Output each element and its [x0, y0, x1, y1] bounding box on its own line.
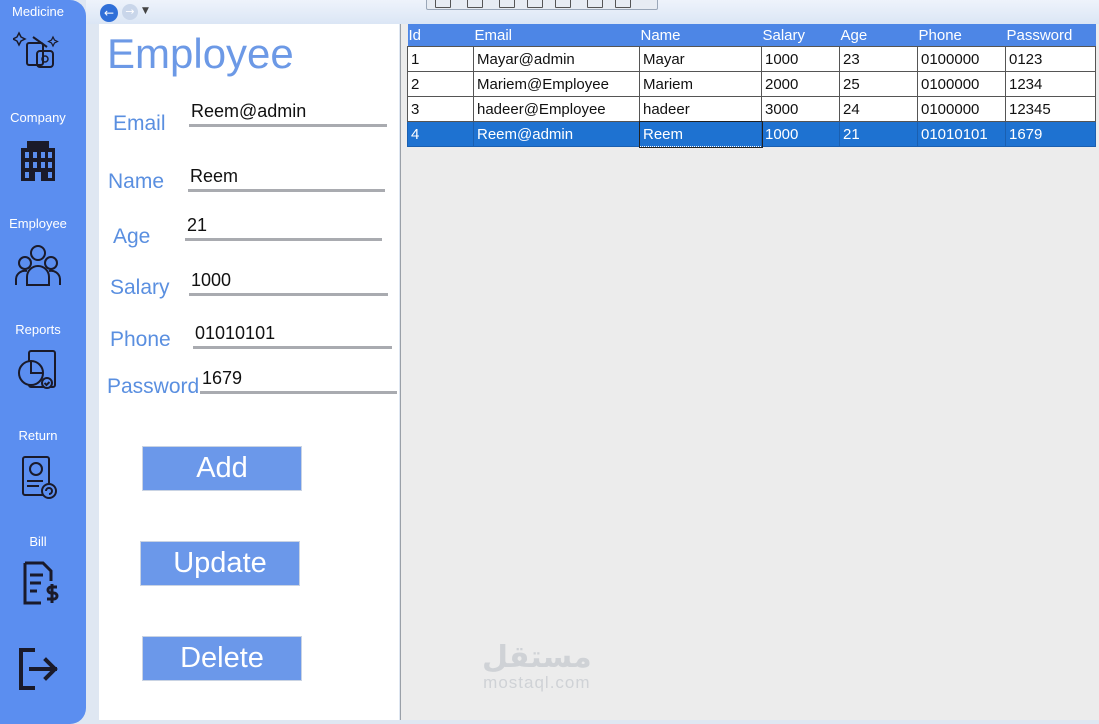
column-header-phone[interactable]: Phone	[917, 24, 1006, 47]
back-arrow-icon[interactable]: ←	[100, 4, 118, 22]
age-field[interactable]	[185, 212, 382, 241]
email-field[interactable]	[189, 98, 387, 127]
table-cell[interactable]: 1	[407, 46, 474, 72]
forward-arrow-icon[interactable]: →	[122, 4, 138, 20]
table-cell[interactable]: 25	[839, 71, 918, 97]
sidebar-item-employee[interactable]: Employee	[0, 216, 76, 291]
table-cell[interactable]: 12345	[1005, 96, 1096, 122]
age-label: Age	[113, 225, 151, 248]
settings-tool-icon[interactable]	[615, 0, 631, 8]
column-header-id[interactable]: Id	[407, 24, 474, 47]
table-cell[interactable]: 4	[407, 121, 474, 147]
watermark-arabic-text: مستقل	[482, 640, 592, 675]
table-row-selected[interactable]: 4 Reem@admin Reem 1000 21 01010101 1679	[407, 120, 1096, 148]
table-header-row: Id Email Name Salary Age Phone Password	[407, 24, 1096, 47]
chevron-down-icon[interactable]: ▼	[142, 6, 149, 16]
sidebar-item-company[interactable]: Company	[0, 110, 76, 185]
table-cell[interactable]: Mariem@Employee	[473, 71, 640, 97]
name-label: Name	[108, 170, 165, 193]
sidebar-item-medicine[interactable]: Medicine	[0, 4, 76, 77]
office-building-icon	[21, 141, 55, 181]
sidebar-item-bill[interactable]: Bill	[0, 534, 76, 609]
floating-toolbar	[426, 0, 658, 10]
table-cell[interactable]: 1000	[761, 46, 840, 72]
table-cell[interactable]: 1679	[1005, 121, 1096, 147]
table-cell[interactable]: 0100000	[917, 71, 1006, 97]
people-group-icon	[15, 245, 61, 286]
employee-grid-panel: Id Email Name Salary Age Phone Password …	[400, 24, 1099, 720]
table-cell[interactable]: Mayar@admin	[473, 46, 640, 72]
add-button[interactable]: Add	[142, 446, 302, 491]
cursor-tool-icon[interactable]	[499, 0, 515, 8]
table-cell-focused[interactable]: Reem	[638, 120, 763, 148]
name-field[interactable]	[188, 163, 385, 192]
table-cell[interactable]: 01010101	[917, 121, 1006, 147]
delete-button[interactable]: Delete	[142, 636, 302, 681]
sidebar-item-label: Bill	[29, 534, 47, 549]
salary-label: Salary	[110, 276, 170, 299]
table-row[interactable]: 1 Mayar@admin Mayar 1000 23 0100000 0123	[407, 46, 1096, 72]
column-header-salary[interactable]: Salary	[761, 24, 840, 47]
column-header-password[interactable]: Password	[1005, 24, 1096, 47]
password-label: Password	[107, 375, 200, 398]
table-cell[interactable]: Mariem	[639, 71, 762, 97]
phone-label: Phone	[110, 328, 171, 351]
table-cell[interactable]: 0100000	[917, 96, 1006, 122]
email-label: Email	[113, 112, 166, 135]
logout-button[interactable]	[0, 644, 76, 694]
employee-table: Id Email Name Salary Age Phone Password …	[407, 24, 1096, 148]
table-cell[interactable]: 23	[839, 46, 918, 72]
table-cell[interactable]: 2	[407, 71, 474, 97]
table-row[interactable]: 2 Mariem@Employee Mariem 2000 25 0100000…	[407, 71, 1096, 97]
salary-field[interactable]	[189, 267, 388, 296]
column-header-name[interactable]: Name	[639, 24, 762, 47]
sidebar-item-label: Return	[18, 428, 58, 443]
table-cell[interactable]: 3	[407, 96, 474, 122]
phone-field[interactable]	[193, 320, 392, 349]
table-row[interactable]: 3 hadeer@Employee hadeer 3000 24 0100000…	[407, 96, 1096, 122]
password-field[interactable]	[200, 365, 397, 394]
update-button[interactable]: Update	[140, 541, 300, 586]
table-cell[interactable]: hadeer	[639, 96, 762, 122]
frame-tool-icon[interactable]	[527, 0, 543, 8]
display-tool-icon[interactable]	[467, 0, 483, 8]
window-titlebar: ← → ▼	[86, 0, 1099, 24]
table-cell[interactable]: hadeer@Employee	[473, 96, 640, 122]
table-cell[interactable]: 2000	[761, 71, 840, 97]
select-tool-icon[interactable]	[435, 0, 451, 8]
sidebar-item-label: Employee	[9, 216, 67, 231]
table-cell[interactable]: 0100000	[917, 46, 1006, 72]
watermark: مستقل mostaql.com	[482, 640, 592, 693]
pointer-tool-icon[interactable]	[555, 0, 571, 8]
refresh-tool-icon[interactable]	[587, 0, 603, 8]
table-cell[interactable]: 1000	[761, 121, 840, 147]
sidebar: Medicine Company Employee Reports Return…	[0, 0, 86, 724]
page-title: Employee	[107, 30, 294, 77]
table-cell[interactable]: 0123	[1005, 46, 1096, 72]
sidebar-item-label: Medicine	[11, 4, 65, 19]
table-cell[interactable]: 3000	[761, 96, 840, 122]
column-header-age[interactable]: Age	[839, 24, 918, 47]
medicine-icon	[13, 31, 59, 68]
return-document-icon	[22, 456, 57, 499]
table-cell[interactable]: 1234	[1005, 71, 1096, 97]
employee-form-panel: Employee Email Name Age Salary Phone Pas…	[99, 24, 399, 720]
sidebar-item-label: Company	[10, 110, 66, 125]
bill-dollar-icon	[23, 561, 59, 605]
logout-icon	[19, 648, 58, 690]
table-cell[interactable]: Mayar	[639, 46, 762, 72]
table-cell[interactable]: 21	[839, 121, 918, 147]
watermark-latin-text: mostaql.com	[483, 673, 591, 692]
column-header-email[interactable]: Email	[473, 24, 640, 47]
pie-chart-report-icon	[18, 350, 56, 389]
sidebar-item-return[interactable]: Return	[0, 428, 76, 503]
sidebar-item-label: Reports	[15, 322, 61, 337]
table-cell[interactable]: 24	[839, 96, 918, 122]
sidebar-item-reports[interactable]: Reports	[0, 322, 76, 397]
table-cell[interactable]: Reem@admin	[473, 121, 640, 147]
